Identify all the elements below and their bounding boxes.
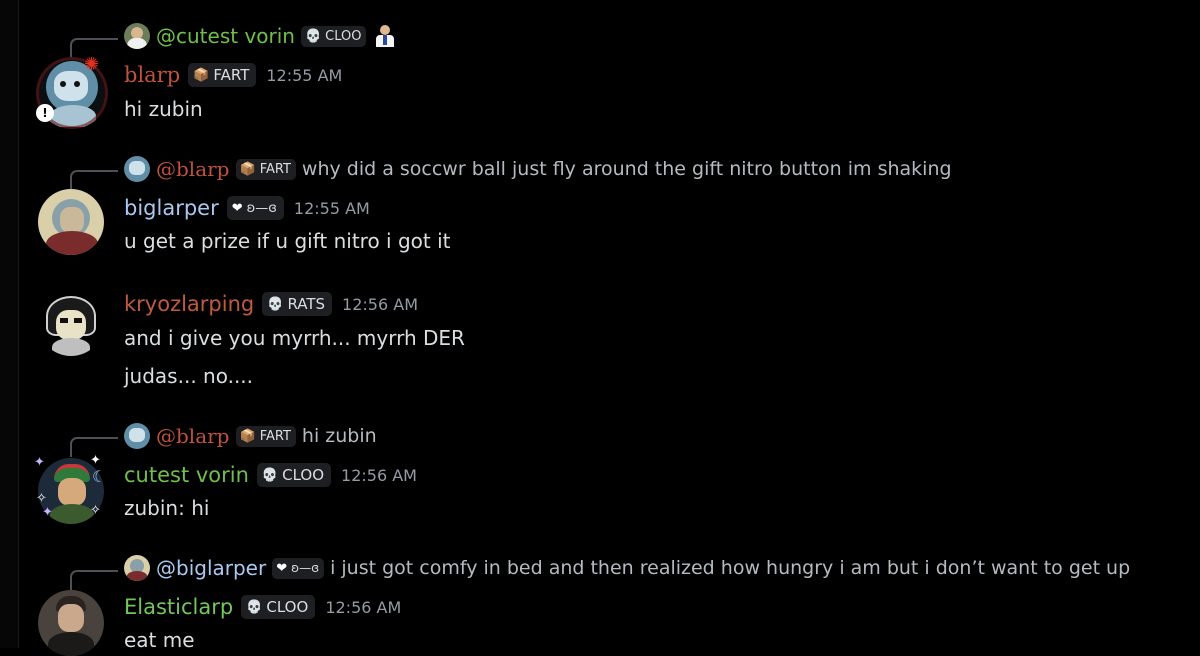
star-decoration-icon: ✦ [34,455,45,470]
reply-reference[interactable]: @biglarper ❤ ʚ—ɞ i just got comfy in bed… [124,555,1130,581]
username[interactable]: blarp [124,63,180,87]
reply-mention[interactable]: @cutest vorin [156,24,295,48]
star-decoration-icon: ✧ [90,503,101,518]
reply-mention[interactable]: @biglarper [156,556,266,580]
reply-mention[interactable]: @blarp [156,424,230,448]
star-decoration-icon: ✦ [90,453,101,468]
avatar[interactable] [38,590,104,656]
message-header: cutest vorin 💀 CLOO 12:56 AM [124,460,417,490]
timestamp[interactable]: 12:56 AM [325,598,401,617]
message-header: Elasticlarp 💀 CLOO 12:56 AM [124,592,401,622]
guild-tag[interactable]: 💀 RATS [262,292,333,316]
skull-icon: 💀 [267,296,284,312]
skull-icon: 💀 [304,28,322,44]
message-header: kryozlarping 💀 RATS 12:56 AM [124,289,418,319]
skull-icon: 💀 [246,599,263,615]
reply-mention[interactable]: @blarp [156,157,230,181]
message-content: u get a prize if u gift nitro i got it [124,229,451,253]
box-icon: 📦 [239,161,256,177]
message-content: judas... no.... [124,364,254,388]
guild-tag[interactable]: 💀 CLOO [241,595,316,619]
avatar[interactable] [38,189,104,255]
username[interactable]: biglarper [124,196,219,220]
reply-guild-tag[interactable]: ❤ ʚ—ɞ [272,557,325,579]
reply-reference[interactable]: @cutest vorin 💀 CLOO [124,23,398,49]
heart-icon: ❤ [231,200,243,216]
heart-icon: ❤ [276,560,288,576]
star-decoration-icon: ✦ [42,505,53,520]
person-emoji-icon [372,23,398,49]
message-content: and i give you myrrh... myrrh DER [124,326,465,350]
anger-icon: ✺ [84,54,100,75]
reply-preview-text[interactable]: hi zubin [302,425,377,447]
reply-avatar[interactable] [124,423,150,449]
reply-preview-text[interactable]: why did a soccwr ball just fly around th… [302,158,952,180]
moon-decoration-icon: ☾ [92,467,107,486]
reply-avatar[interactable] [124,555,150,581]
message-content: zubin: hi [124,496,210,520]
reply-guild-tag[interactable]: 💀 CLOO [300,25,367,47]
username[interactable]: cutest vorin [124,463,249,487]
reply-spine [70,170,118,190]
username[interactable]: kryozlarping [124,292,254,316]
channel-list-edge [0,0,19,648]
timestamp[interactable]: 12:56 AM [342,295,418,314]
message-header: blarp 📦 FART 12:55 AM [124,60,342,90]
reply-avatar[interactable] [124,156,150,182]
skull-icon: 💀 [261,467,279,483]
message-content: hi zubin [124,97,203,121]
reply-avatar[interactable] [124,23,150,49]
guild-tag[interactable]: 📦 FART [188,63,257,87]
message-content: eat me [124,628,195,652]
reply-reference[interactable]: @blarp 📦 FART why did a soccwr ball just… [124,156,952,182]
reply-spine [70,570,118,590]
reply-guild-tag[interactable]: 📦 FART [235,158,296,180]
message-header: biglarper ❤ ʚ—ɞ 12:55 AM [124,193,370,223]
guild-tag[interactable]: 💀 CLOO [256,463,332,487]
avatar[interactable] [38,290,104,356]
box-icon: 📦 [239,428,256,444]
timestamp[interactable]: 12:55 AM [294,199,370,218]
reply-preview-text[interactable]: i just got comfy in bed and then realize… [330,557,1130,579]
reply-reference[interactable]: @blarp 📦 FART hi zubin [124,423,377,449]
timestamp[interactable]: 12:56 AM [341,466,417,485]
timestamp[interactable]: 12:55 AM [266,66,342,85]
guild-tag[interactable]: ❤ ʚ—ɞ [226,196,284,220]
star-decoration-icon: ✧ [36,491,47,506]
box-icon: 📦 [193,67,210,83]
reply-guild-tag[interactable]: 📦 FART [235,425,296,447]
username[interactable]: Elasticlarp [124,595,233,619]
decoration-badge: ! [36,104,54,122]
